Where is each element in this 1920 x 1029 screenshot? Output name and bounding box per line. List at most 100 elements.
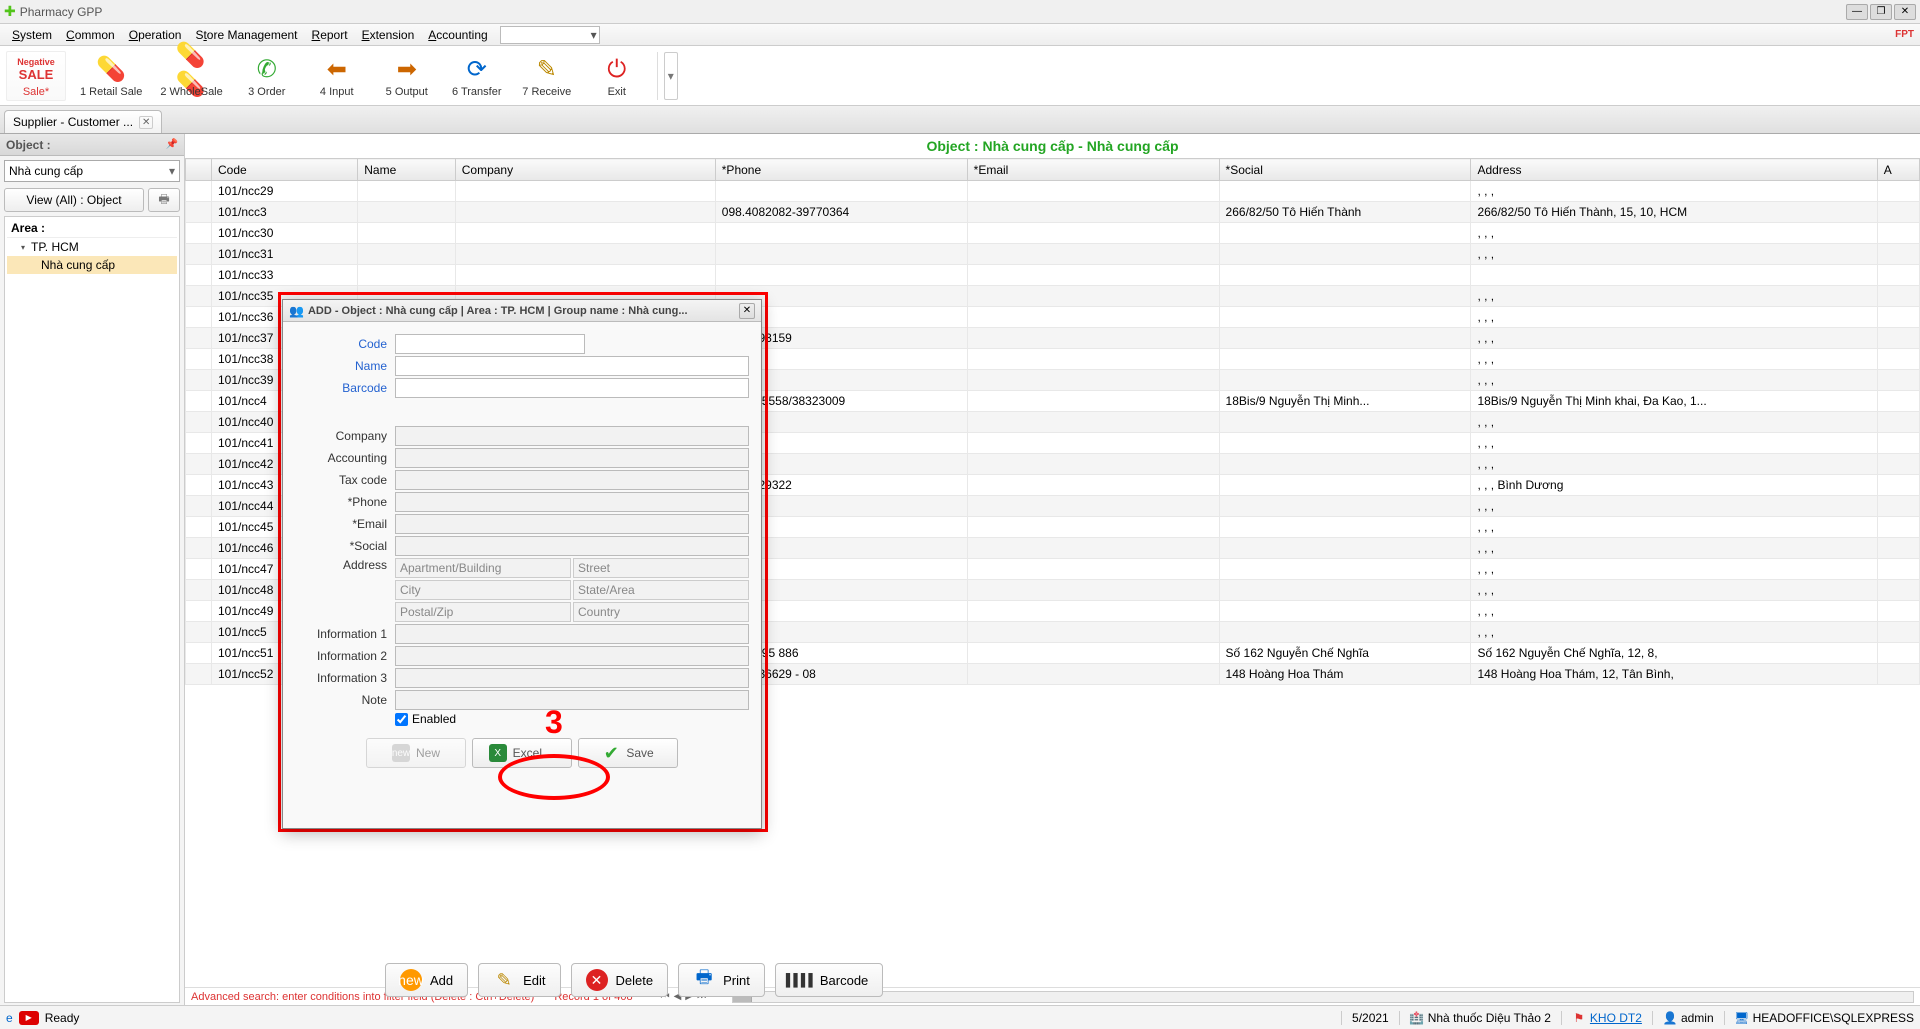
dialog-close-button[interactable]: ✕ — [739, 303, 755, 319]
col-header[interactable]: Address — [1471, 159, 1877, 181]
ribbon-wholesale[interactable]: 💊💊 2 WholeSale — [156, 52, 226, 100]
status-server: HEADOFFICE\SQLEXPRESS — [1753, 1011, 1914, 1025]
menu-system[interactable]: System — [6, 26, 58, 44]
pin-icon[interactable]: 📌 — [166, 139, 178, 150]
menu-common[interactable]: Common — [60, 26, 121, 44]
dialog-new-button[interactable]: new New — [366, 738, 466, 768]
address-city-input[interactable]: City — [395, 580, 571, 600]
social-input[interactable] — [395, 536, 749, 556]
printer-icon: 🖶 — [158, 190, 169, 211]
menu-accounting[interactable]: Accounting — [422, 26, 493, 44]
menu-combo[interactable] — [500, 26, 600, 44]
info2-input[interactable] — [395, 646, 749, 666]
delete-button[interactable]: ✕ Delete — [571, 963, 669, 997]
tree-root: Area : — [7, 219, 177, 238]
tab-close-button[interactable]: ✕ — [139, 116, 153, 129]
col-header[interactable]: Company — [455, 159, 715, 181]
excel-icon: X — [489, 744, 507, 762]
ie-icon[interactable]: e — [6, 1011, 13, 1025]
col-header[interactable]: *Social — [1219, 159, 1471, 181]
dialog-save-button[interactable]: ✔ Save — [578, 738, 678, 768]
address-apt-input[interactable]: Apartment/Building — [395, 558, 571, 578]
new-icon: new — [392, 744, 410, 762]
restore-button[interactable]: ❐ — [1870, 4, 1892, 20]
ribbon-input[interactable]: ⬅ 4 Input — [307, 52, 367, 100]
tab-supplier[interactable]: Supplier - Customer ... ✕ — [4, 110, 162, 133]
col-header[interactable]: *Email — [967, 159, 1219, 181]
status-store: KHO DT2 — [1590, 1011, 1642, 1025]
table-row[interactable]: 101/ncc33 — [186, 265, 1920, 286]
close-button[interactable]: ✕ — [1894, 4, 1916, 20]
ribbon-transfer[interactable]: ⟳ 6 Transfer — [447, 52, 507, 100]
table-row[interactable]: 101/ncc29, , , — [186, 181, 1920, 202]
col-header[interactable] — [186, 159, 212, 181]
print-icon: 🖶 — [693, 969, 715, 991]
info1-input[interactable] — [395, 624, 749, 644]
ribbon-overflow-button[interactable]: ▾ — [664, 52, 678, 100]
table-row[interactable]: 101/ncc31, , , — [186, 244, 1920, 265]
transfer-icon: ⟳ — [461, 54, 493, 86]
col-header[interactable]: *Phone — [715, 159, 967, 181]
address-country-input[interactable]: Country — [573, 602, 749, 622]
ribbon-receive[interactable]: ✎ 7 Receive — [517, 52, 577, 100]
ribbon-sale[interactable]: NegativeSALE Sale* — [6, 51, 66, 101]
edit-button[interactable]: ✎ Edit — [478, 963, 560, 997]
col-header[interactable]: Name — [358, 159, 456, 181]
ribbon-overflow: ▾ — [657, 52, 678, 100]
delete-icon: ✕ — [586, 969, 608, 991]
info3-input[interactable] — [395, 668, 749, 688]
ribbon-exit[interactable]: ⏻ Exit — [587, 52, 647, 100]
tree-node-tphcm[interactable]: TP. HCM — [7, 238, 177, 256]
object-title: Object : Nhà cung cấp - Nhà cung cấp — [185, 134, 1920, 158]
pills-icon: 💊💊 — [176, 54, 208, 86]
barcode-button[interactable]: ▌▌▌▌ Barcode — [775, 963, 883, 997]
dialog-excel-button[interactable]: X Excel ... — [472, 738, 572, 768]
accounting-input[interactable] — [395, 448, 749, 468]
print-button[interactable]: 🖶 Print — [678, 963, 765, 997]
email-input[interactable] — [395, 514, 749, 534]
ribbon-output[interactable]: ➡ 5 Output — [377, 52, 437, 100]
phone-input[interactable] — [395, 492, 749, 512]
address-postal-input[interactable]: Postal/Zip — [395, 602, 571, 622]
table-row[interactable]: 101/ncc3098.4082082-39770364266/82/50 Tô… — [186, 202, 1920, 223]
edit-icon: ✎ — [493, 969, 515, 991]
object-type-dropdown[interactable]: Nhà cung cấp — [4, 160, 180, 182]
col-header[interactable]: A — [1877, 159, 1919, 181]
company-input[interactable] — [395, 426, 749, 446]
view-all-button[interactable]: View (All) : Object — [4, 188, 144, 212]
app-icon: ✚ — [4, 3, 16, 20]
address-street-input[interactable]: Street — [573, 558, 749, 578]
tab-label: Supplier - Customer ... — [13, 115, 133, 129]
flag-icon: ⚑ — [1572, 1011, 1586, 1025]
address-state-input[interactable]: State/Area — [573, 580, 749, 600]
show-button[interactable]: 🖶 — [148, 188, 180, 212]
output-icon: ➡ — [391, 54, 423, 86]
code-input[interactable] — [395, 334, 585, 354]
barcode-input[interactable] — [395, 378, 749, 398]
statusbar: e ▶ Ready 5/2021 🏥Nhà thuốc Diệu Thảo 2 … — [0, 1005, 1920, 1029]
titlebar: ✚ Pharmacy GPP — ❐ ✕ — [0, 0, 1920, 24]
note-input[interactable] — [395, 690, 749, 710]
ribbon-retail-sale[interactable]: 💊 1 Retail Sale — [76, 52, 146, 100]
tree-leaf-nhacungcap[interactable]: Nhà cung cấp — [7, 256, 177, 274]
table-row[interactable]: 101/ncc30, , , — [186, 223, 1920, 244]
col-header[interactable]: Code — [212, 159, 358, 181]
ribbon: NegativeSALE Sale* 💊 1 Retail Sale 💊💊 2 … — [0, 46, 1920, 106]
enabled-checkbox[interactable]: Enabled — [395, 712, 456, 726]
name-input[interactable] — [395, 356, 749, 376]
menubar: System Common Operation Store Management… — [0, 24, 1920, 46]
horizontal-scrollbar[interactable] — [732, 991, 1914, 1003]
minimize-button[interactable]: — — [1846, 4, 1868, 20]
exit-icon: ⏻ — [601, 54, 633, 86]
status-ready: Ready — [45, 1011, 80, 1025]
receive-icon: ✎ — [531, 54, 563, 86]
server-icon: 🖥 — [1735, 1011, 1749, 1025]
taxcode-input[interactable] — [395, 470, 749, 490]
app-title: Pharmacy GPP — [20, 5, 103, 19]
menu-extension[interactable]: Extension — [356, 26, 421, 44]
menu-report[interactable]: Report — [306, 26, 354, 44]
ribbon-order[interactable]: ✆ 3 Order — [237, 52, 297, 100]
add-button[interactable]: new Add — [385, 963, 468, 997]
youtube-icon[interactable]: ▶ — [19, 1011, 39, 1025]
action-bar: new Add ✎ Edit ✕ Delete 🖶 Print ▌▌▌▌ Bar… — [385, 963, 883, 997]
